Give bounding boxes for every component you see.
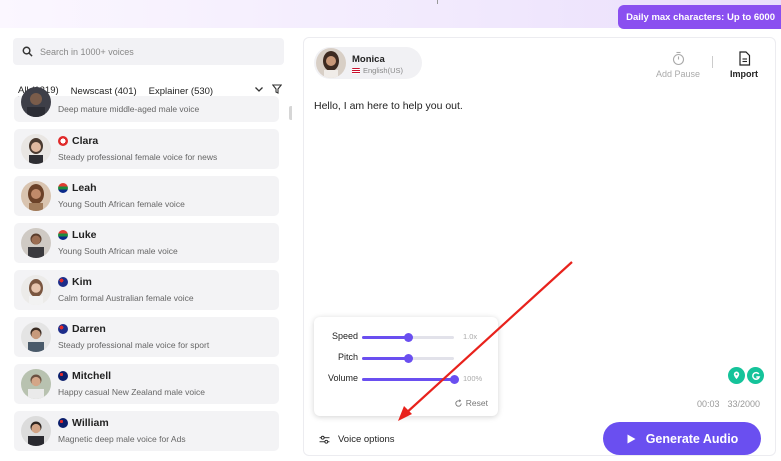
chevron-down-icon[interactable] bbox=[254, 84, 264, 94]
duration-label: 00:03 bbox=[697, 399, 720, 409]
voice-card-kim[interactable]: Kim Calm formal Australian female voice bbox=[14, 270, 279, 310]
speaker-language-label: English(US) bbox=[363, 66, 404, 75]
voice-search-input[interactable] bbox=[40, 46, 270, 57]
tab-newscast[interactable]: Newscast (401) bbox=[71, 86, 137, 97]
volume-value: 100% bbox=[463, 374, 483, 383]
voice-description: Magnetic deep male voice for Ads bbox=[58, 434, 186, 444]
tab-explainer[interactable]: Explainer (530) bbox=[149, 86, 213, 97]
voice-name: Clara bbox=[72, 135, 99, 147]
generate-audio-button[interactable]: Generate Audio bbox=[603, 422, 761, 455]
voice-card-darren[interactable]: Darren Steady professional male voice fo… bbox=[14, 317, 279, 357]
avatar bbox=[21, 275, 51, 305]
top-banner: Daily max characters: Up to 6000 bbox=[0, 0, 781, 29]
timer-icon bbox=[672, 51, 684, 66]
australia-flag-icon bbox=[58, 277, 68, 287]
south-africa-flag-icon bbox=[58, 230, 68, 240]
daily-max-characters-badge[interactable]: Daily max characters: Up to 6000 bbox=[618, 5, 781, 29]
speed-label: Speed bbox=[331, 331, 358, 341]
document-icon bbox=[738, 51, 750, 66]
avatar bbox=[21, 416, 51, 446]
script-text-area[interactable]: Hello, I am here to help you out. bbox=[314, 100, 463, 112]
voice-options-button[interactable]: Voice options bbox=[319, 434, 395, 445]
import-label: Import bbox=[730, 69, 758, 79]
avatar bbox=[21, 322, 51, 352]
voice-card-mitchell[interactable]: Mitchell Happy casual New Zealand male v… bbox=[14, 364, 279, 404]
pitch-slider[interactable] bbox=[362, 354, 454, 363]
voice-list-scrollbar[interactable] bbox=[289, 106, 292, 120]
us-flag-icon bbox=[352, 67, 360, 74]
avatar bbox=[21, 181, 51, 211]
voice-card-luke[interactable]: Luke Young South African male voice bbox=[14, 223, 279, 263]
filter-icon[interactable] bbox=[272, 84, 282, 94]
voice-card-clara[interactable]: Clara Steady professional female voice f… bbox=[14, 129, 279, 169]
pitch-label: Pitch bbox=[337, 352, 358, 362]
voice-options-popup: Speed 1.0x Pitch Volume 100% Reset bbox=[314, 317, 498, 416]
voice-list: Deep mature middle-aged male voice Clara… bbox=[14, 87, 290, 458]
pitch-slider-fill bbox=[362, 357, 408, 360]
voice-name: Leah bbox=[72, 182, 97, 194]
voice-description: Calm formal Australian female voice bbox=[58, 293, 194, 303]
location-pin-icon[interactable] bbox=[728, 367, 745, 384]
avatar bbox=[21, 228, 51, 258]
voice-description: Steady professional male voice for sport bbox=[58, 340, 210, 350]
speaker-name: Monica bbox=[352, 54, 385, 65]
voice-name: Kim bbox=[72, 276, 92, 288]
voice-description: Young South African male voice bbox=[58, 246, 178, 256]
new-zealand-flag-icon bbox=[58, 418, 68, 428]
voice-name: Darren bbox=[72, 323, 106, 335]
grammarly-widget[interactable] bbox=[728, 367, 764, 384]
add-pause-button[interactable]: Add Pause bbox=[656, 51, 700, 79]
audio-counter: 00:03 33/2000 bbox=[697, 399, 760, 409]
voice-name: Mitchell bbox=[72, 370, 112, 382]
avatar bbox=[316, 48, 346, 78]
speed-value: 1.0x bbox=[463, 332, 478, 341]
volume-slider-knob[interactable] bbox=[450, 375, 459, 384]
new-zealand-flag-icon bbox=[58, 371, 68, 381]
voice-description: Steady professional female voice for new… bbox=[58, 152, 218, 162]
avatar bbox=[21, 369, 51, 399]
voice-card-william[interactable]: William Magnetic deep male voice for Ads bbox=[14, 411, 279, 451]
reset-icon bbox=[455, 398, 462, 407]
editor-panel: Monica English(US) Add Pause Import Hell… bbox=[303, 37, 776, 456]
voice-name: Luke bbox=[72, 229, 97, 241]
volume-slider-fill bbox=[362, 378, 454, 381]
speed-slider-knob[interactable] bbox=[404, 333, 413, 342]
top-divider bbox=[437, 0, 438, 4]
pitch-slider-knob[interactable] bbox=[404, 354, 413, 363]
volume-label: Volume bbox=[327, 373, 358, 383]
voice-search-box[interactable] bbox=[13, 38, 284, 65]
volume-row: Volume 100% bbox=[314, 372, 498, 386]
character-count: 33/2000 bbox=[727, 399, 761, 409]
voice-options-label: Voice options bbox=[338, 434, 395, 445]
canada-flag-icon bbox=[58, 136, 68, 146]
voice-card-leah[interactable]: Leah Young South African female voice bbox=[14, 176, 279, 216]
voice-library-panel: All (1219) Newscast (401) Explainer (530… bbox=[5, 28, 292, 461]
voice-description: Happy casual New Zealand male voice bbox=[58, 387, 205, 397]
volume-slider[interactable] bbox=[362, 375, 459, 384]
australia-flag-icon bbox=[58, 324, 68, 334]
pitch-row: Pitch bbox=[314, 351, 498, 365]
selected-speaker-chip[interactable]: Monica English(US) bbox=[314, 47, 422, 79]
search-icon bbox=[22, 46, 33, 57]
grammarly-icon[interactable] bbox=[747, 367, 764, 384]
voice-description: Young South African female voice bbox=[58, 199, 185, 209]
voice-name: William bbox=[72, 417, 109, 429]
voice-description: Deep mature middle-aged male voice bbox=[58, 104, 200, 114]
add-pause-label: Add Pause bbox=[656, 69, 701, 79]
sliders-icon bbox=[319, 435, 330, 444]
speaker-language: English(US) bbox=[352, 66, 403, 75]
toolbar-divider bbox=[712, 56, 713, 68]
south-africa-flag-icon bbox=[58, 183, 68, 193]
speed-slider[interactable] bbox=[362, 333, 454, 342]
speed-row: Speed 1.0x bbox=[314, 330, 498, 344]
voice-card[interactable]: Deep mature middle-aged male voice bbox=[14, 87, 279, 122]
reset-button[interactable]: Reset bbox=[454, 398, 488, 408]
avatar bbox=[21, 134, 51, 164]
avatar bbox=[21, 87, 51, 117]
speed-slider-fill bbox=[362, 336, 408, 339]
import-button[interactable]: Import bbox=[730, 51, 758, 79]
play-icon bbox=[627, 434, 636, 443]
reset-label: Reset bbox=[465, 398, 488, 408]
generate-audio-label: Generate Audio bbox=[645, 431, 739, 446]
